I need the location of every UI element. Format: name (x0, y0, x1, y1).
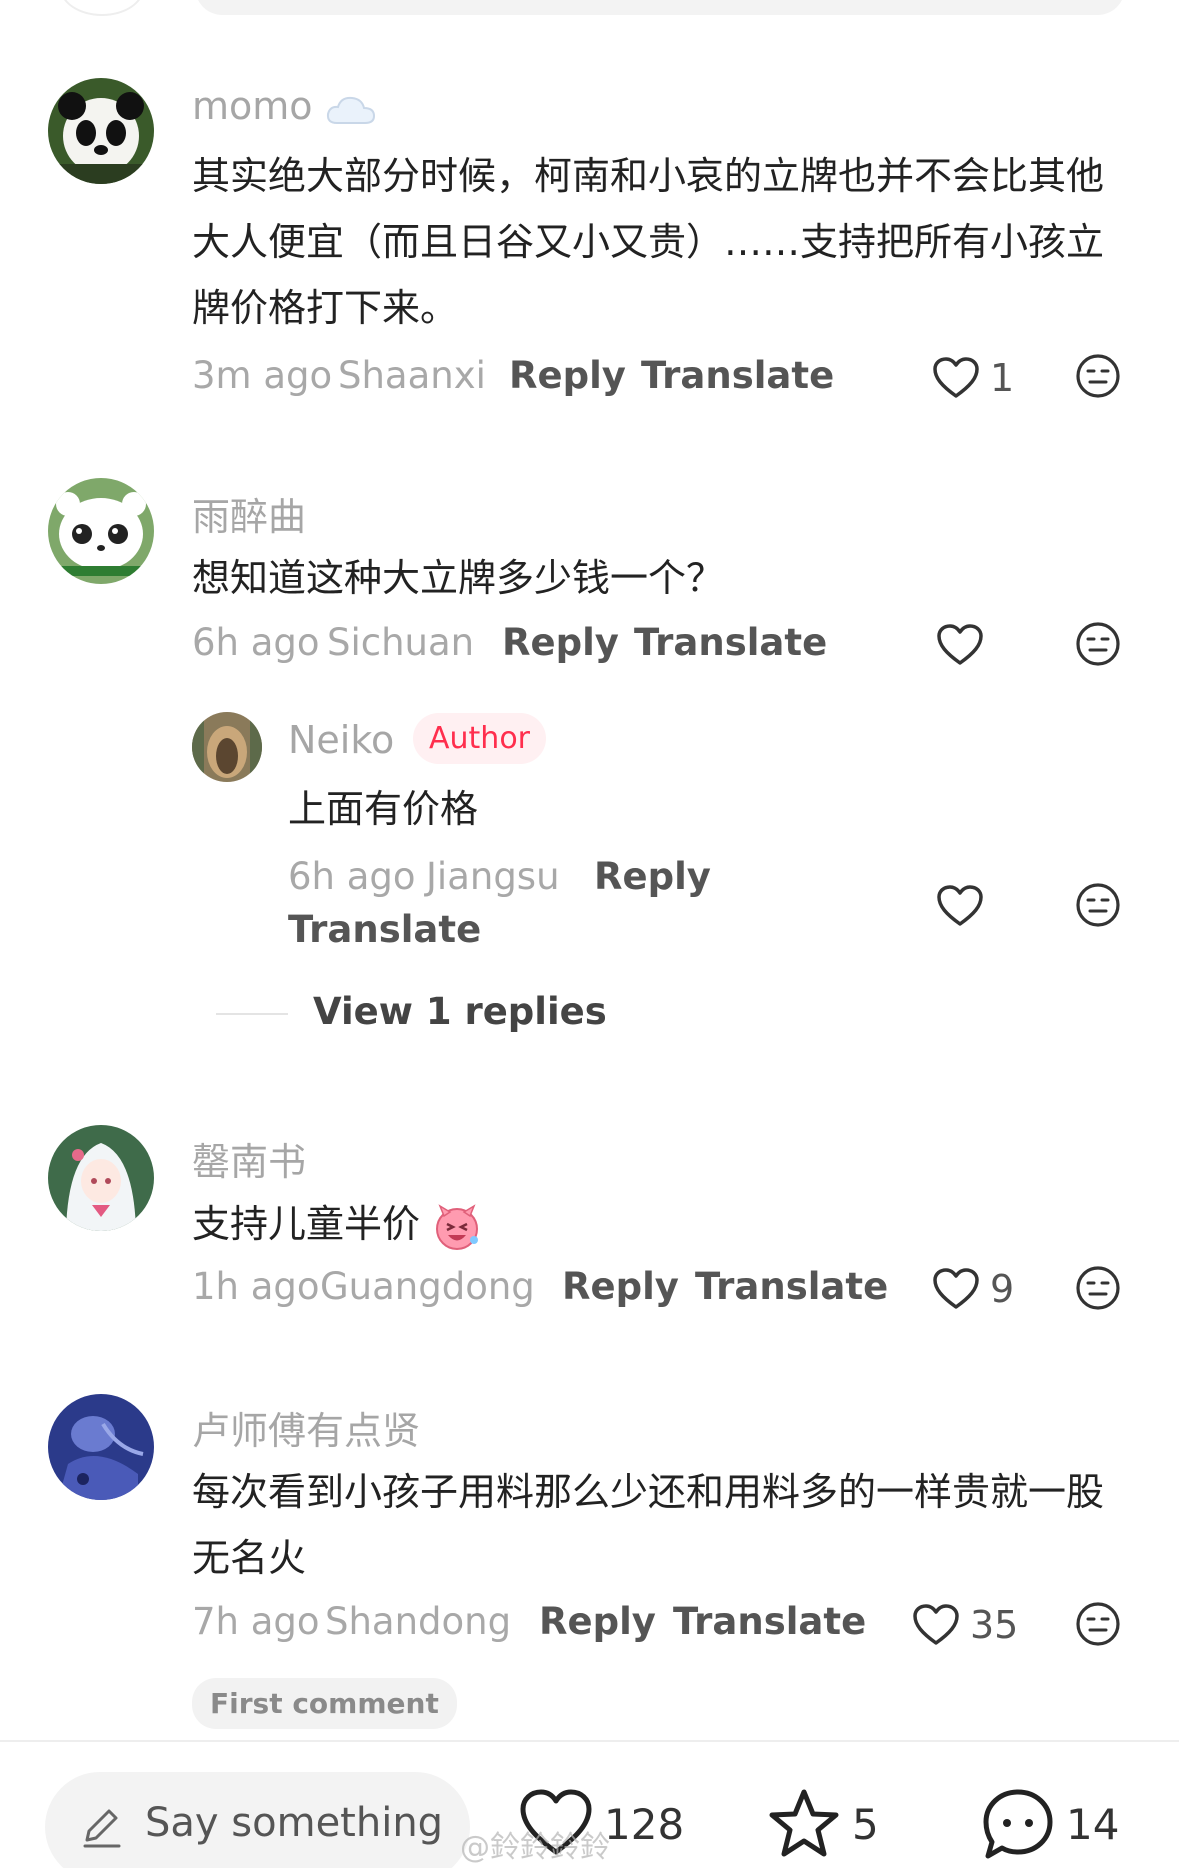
heart-icon (937, 885, 983, 926)
author-badge: Author (413, 713, 547, 764)
avatar[interactable] (48, 1394, 154, 1500)
like-button[interactable]: 9 (932, 1267, 1014, 1311)
translate-button[interactable]: Translate (673, 1600, 866, 1643)
view-replies-button[interactable]: View 1 replies (313, 990, 607, 1033)
dislike-face-icon[interactable] (1075, 621, 1121, 667)
favorite-count: 5 (852, 1799, 879, 1849)
comment-text: 其实绝大部分时候，柯南和小哀的立牌也并不会比其他大人便宜（而且日谷又小又贵）……… (192, 154, 1105, 330)
dislike-face-icon[interactable] (1075, 882, 1121, 928)
translate-button[interactable]: Translate (634, 621, 827, 664)
like-count: 35 (970, 1603, 1019, 1647)
comment-text: 想知道这种大立牌多少钱一个？ (192, 556, 725, 600)
comment-time: 1h ago (192, 1265, 320, 1308)
comment-input-placeholder: Say something (145, 1800, 444, 1846)
heart-icon (933, 1268, 979, 1309)
reply-button[interactable]: Reply (502, 621, 619, 664)
username-text: momo (192, 84, 313, 128)
comment-text: 每次看到小孩子用料那么少还和用料多的一样贵就一股无名火 (192, 1470, 1105, 1580)
heart-icon (933, 357, 979, 398)
comment-count: 14 (1066, 1799, 1120, 1849)
comment-location: Sichuan (327, 621, 475, 664)
username[interactable]: momo (192, 84, 377, 128)
heart-icon (937, 624, 983, 665)
comment-text: 支持儿童半价 (192, 1202, 421, 1246)
username[interactable]: 罄南书 (192, 1131, 306, 1186)
comment-page: momo 其实绝大部分时候，柯南和小哀的立牌也并不会比其他大人便宜（而且日谷又小… (0, 0, 1179, 1868)
watermark: @鈴鈴鈴鈴 (460, 1830, 610, 1865)
laughing-pig-emoji (432, 1202, 482, 1252)
reply-button[interactable]: Reply (562, 1265, 679, 1308)
like-count: 9 (990, 1267, 1015, 1311)
bottom-action-bar: Say something 128 5 14 @鈴鈴鈴鈴 (0, 1740, 1179, 1868)
reply-button[interactable]: Reply (539, 1600, 656, 1643)
avatar[interactable] (48, 78, 154, 184)
reply-location: Jiangsu (426, 855, 560, 898)
reply-button[interactable]: Reply (509, 354, 626, 397)
heart-icon (913, 1604, 959, 1645)
comment-location: Shandong (325, 1600, 512, 1643)
avatar[interactable] (48, 478, 154, 584)
like-count: 1 (990, 356, 1015, 400)
reply-text: 上面有价格 (288, 787, 479, 831)
view-replies-divider (216, 1013, 288, 1015)
partial-top-bar[interactable] (195, 0, 1125, 15)
comment-location: Shaanxi (338, 354, 486, 397)
username[interactable]: 卢师傅有点贤 (192, 1400, 420, 1455)
like-button[interactable] (936, 623, 994, 667)
pencil-icon (83, 1809, 121, 1848)
comments-button[interactable]: 14 (980, 1786, 1119, 1862)
like-button[interactable] (936, 884, 994, 928)
dislike-face-icon[interactable] (1075, 1265, 1121, 1311)
like-button[interactable]: 35 (912, 1603, 1018, 1647)
translate-button[interactable]: Translate (641, 354, 834, 397)
like-button[interactable]: 1 (932, 356, 1014, 400)
favorite-button[interactable]: 5 (766, 1786, 879, 1862)
avatar[interactable] (192, 712, 262, 782)
comment-time: 7h ago (192, 1600, 320, 1643)
dislike-face-icon[interactable] (1075, 353, 1121, 399)
comment-bubble-icon (983, 1789, 1053, 1859)
partial-avatar (60, 0, 144, 16)
avatar[interactable] (48, 1125, 154, 1231)
comment-text-row: 支持儿童半价 (192, 1191, 1132, 1257)
first-comment-badge: First comment (192, 1678, 457, 1729)
star-icon (769, 1789, 839, 1857)
translate-button[interactable]: Translate (288, 908, 481, 951)
dislike-face-icon[interactable] (1075, 1601, 1121, 1647)
comment-input[interactable]: Say something (45, 1772, 470, 1868)
comment-location: Guangdong (320, 1265, 535, 1308)
reply-button[interactable]: Reply (594, 855, 711, 898)
comment-time: 3m ago (192, 354, 333, 397)
cloud-icon (325, 92, 377, 126)
translate-button[interactable]: Translate (695, 1265, 888, 1308)
reply-time: 6h ago (288, 855, 416, 898)
username[interactable]: 雨醉曲 (192, 486, 306, 541)
post-like-count: 128 (604, 1799, 685, 1849)
comment-time: 6h ago (192, 621, 320, 664)
reply-username[interactable]: Neiko (288, 718, 394, 762)
